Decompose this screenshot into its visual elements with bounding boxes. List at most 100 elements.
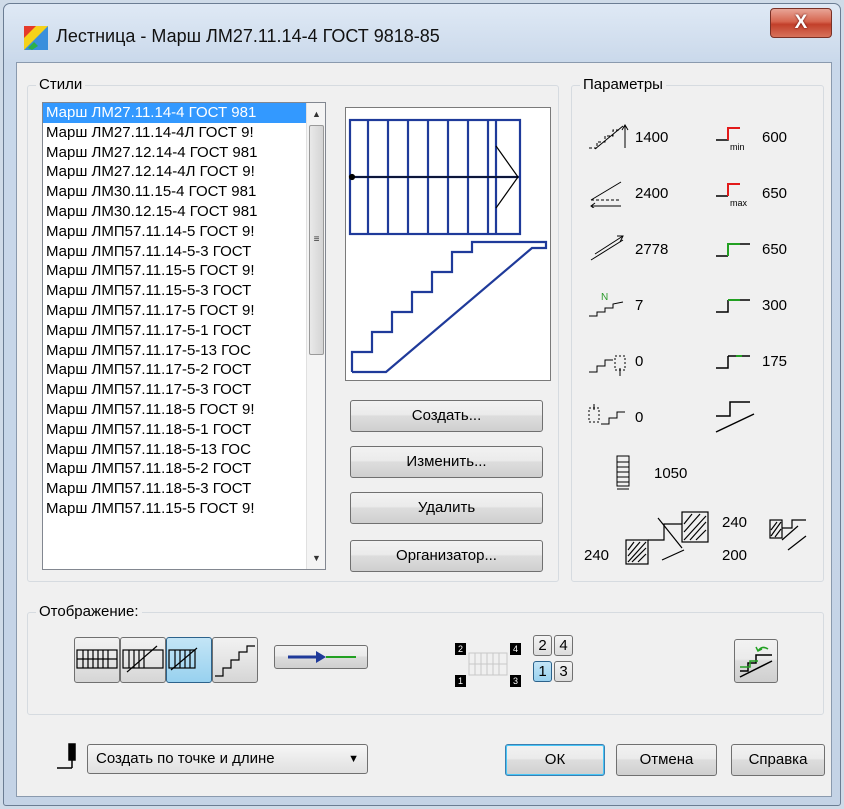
- scroll-down-icon[interactable]: ▼: [307, 549, 325, 567]
- list-item[interactable]: Марш ЛМП57.11.14-5-3 ГОСТ: [43, 242, 306, 262]
- list-item[interactable]: Марш ЛМП57.11.17-5-3 ГОСТ: [43, 380, 306, 400]
- param-march-length[interactable]: 2778: [587, 234, 668, 264]
- param-width-value: 1050: [654, 464, 688, 482]
- delete-button[interactable]: Удалить: [350, 492, 543, 524]
- help-button[interactable]: Справка: [731, 744, 825, 776]
- march-width-icon: [616, 455, 630, 490]
- list-item[interactable]: Марш ЛМ30.12.15-4 ГОСТ 981: [43, 202, 306, 222]
- quadrant-4-button[interactable]: 4: [554, 635, 573, 656]
- top-offset-icon: [588, 404, 625, 425]
- quadrant-2-button[interactable]: 2: [533, 635, 552, 656]
- edit-button[interactable]: Изменить...: [350, 446, 543, 478]
- pick-point-icon: [57, 743, 76, 769]
- quadrant-marker-3: 3: [510, 675, 521, 687]
- param-length-value: 2400: [635, 184, 669, 202]
- param-bottom-offset[interactable]: 0: [587, 346, 643, 376]
- tread-step-icon: [716, 299, 750, 313]
- stair-height-icon: [589, 124, 629, 150]
- dialog-client: Стили Марш ЛМ27.11.14-4 ГОСТ 981 Марш ЛМ2…: [16, 62, 832, 797]
- tread-green-icon: [716, 243, 750, 257]
- param-bottom-offset-value: 0: [635, 352, 644, 370]
- param-steps-count[interactable]: N 7: [587, 290, 643, 320]
- support-type-icon[interactable]: [768, 516, 810, 556]
- param-riser-max[interactable]: max 650: [714, 178, 787, 208]
- riser-min-icon: min: [716, 127, 745, 152]
- list-item[interactable]: Марш ЛМП57.11.17-5 ГОСТ 9!: [43, 301, 306, 321]
- title-bar[interactable]: Лестница - Марш ЛМ27.11.14-4 ГОСТ 9818-8…: [4, 4, 840, 64]
- organizer-button[interactable]: Организатор...: [350, 540, 543, 572]
- flip-stair-button[interactable]: [734, 639, 778, 683]
- stair-length-icon: [590, 181, 622, 208]
- ok-button[interactable]: ОК: [505, 744, 605, 776]
- stair-preview: [345, 107, 551, 381]
- stair-app-icon: [24, 26, 48, 50]
- support-left-value: 240: [584, 547, 610, 564]
- param-tread-1[interactable]: 650: [714, 234, 787, 264]
- elevation-view-icon: [215, 645, 255, 677]
- parameters-group-label: Параметры: [580, 76, 666, 93]
- plan-view-icon: [76, 649, 118, 669]
- chevron-down-icon: ▼: [348, 753, 359, 765]
- list-item[interactable]: Марш ЛМП57.11.18-5-2 ГОСТ: [43, 459, 306, 479]
- styles-group: Стили Марш ЛМ27.11.14-4 ГОСТ 981 Марш ЛМ2…: [27, 76, 559, 582]
- list-item[interactable]: Марш ЛМ27.12.14-4 ГОСТ 981: [43, 143, 306, 163]
- list-item[interactable]: Марш ЛМП57.11.17-5-13 ГОС: [43, 341, 306, 361]
- param-steps-count-value: 7: [635, 296, 644, 314]
- list-item[interactable]: Марш ЛМ27.11.14-4Л ГОСТ 9!: [43, 123, 306, 143]
- list-item[interactable]: Марш ЛМП57.11.18-5-3 ГОСТ: [43, 479, 306, 499]
- param-height[interactable]: 1400: [587, 122, 668, 152]
- list-item[interactable]: Марш ЛМП57.11.15-5 ГОСТ 9!: [43, 499, 306, 519]
- param-tread-3-value: 175: [762, 352, 788, 370]
- param-tread-3[interactable]: 175: [714, 346, 787, 376]
- list-item[interactable]: Марш ЛМП57.11.15-5 ГОСТ 9!: [43, 261, 306, 281]
- display-group-label: Отображение:: [36, 603, 142, 620]
- direction-arrow-button[interactable]: [274, 645, 368, 669]
- svg-text:min: min: [730, 142, 745, 152]
- support-detail-icon[interactable]: [624, 510, 714, 570]
- param-height-value: 1400: [635, 128, 669, 146]
- quadrant-marker-4: 4: [510, 643, 521, 655]
- list-item[interactable]: Марш ЛМП57.11.17-5-1 ГОСТ: [43, 321, 306, 341]
- quadrant-marker-1: 1: [455, 675, 466, 687]
- styles-group-label: Стили: [36, 76, 86, 93]
- param-tread-2[interactable]: 300: [714, 290, 787, 320]
- view-plan-section-button[interactable]: [120, 637, 166, 683]
- scroll-thumb-grip-icon: ≡: [313, 234, 320, 245]
- svg-text:max: max: [730, 198, 748, 208]
- parameters-group: Параметры 1400 2400 2778 N 7 0 0 1050 mi…: [571, 76, 824, 582]
- list-item[interactable]: Марш ЛМП57.11.17-5-2 ГОСТ: [43, 360, 306, 380]
- quadrant-3-button[interactable]: 3: [554, 661, 573, 682]
- view-plan-short-button[interactable]: [166, 637, 212, 683]
- list-item[interactable]: Марш ЛМ27.12.14-4Л ГОСТ 9!: [43, 162, 306, 182]
- view-elevation-button[interactable]: [212, 637, 258, 683]
- param-length[interactable]: 2400: [587, 178, 668, 208]
- list-item[interactable]: Марш ЛМП57.11.18-5-13 ГОС: [43, 440, 306, 460]
- creation-mode-value: Создать по точке и длине: [96, 750, 275, 767]
- list-item[interactable]: Марш ЛМП57.11.18-5 ГОСТ 9!: [43, 400, 306, 420]
- creation-mode-select[interactable]: Создать по точке и длине ▼: [87, 744, 368, 774]
- svg-text:N: N: [601, 292, 608, 303]
- view-plan-button[interactable]: [74, 637, 120, 683]
- param-riser-min[interactable]: min 600: [714, 122, 787, 152]
- param-riser-min-value: 600: [762, 128, 788, 146]
- styles-scrollbar[interactable]: ▲ ≡ ▼: [306, 103, 325, 569]
- param-width[interactable]: 1050: [612, 454, 687, 492]
- list-item[interactable]: Марш ЛМ27.11.14-4 ГОСТ 981: [43, 103, 306, 123]
- list-item[interactable]: Марш ЛМП57.11.15-5-3 ГОСТ: [43, 281, 306, 301]
- param-top-offset[interactable]: 0: [587, 402, 643, 432]
- support-right-top-value: 240: [722, 514, 748, 531]
- list-item[interactable]: Марш ЛМ30.11.15-4 ГОСТ 981: [43, 182, 306, 202]
- cancel-button[interactable]: Отмена: [616, 744, 717, 776]
- list-item[interactable]: Марш ЛМП57.11.14-5 ГОСТ 9!: [43, 222, 306, 242]
- styles-listbox[interactable]: Марш ЛМ27.11.14-4 ГОСТ 981 Марш ЛМ27.11.1…: [42, 102, 326, 570]
- param-march-style[interactable]: [714, 396, 758, 436]
- param-top-offset-value: 0: [635, 408, 644, 426]
- close-button[interactable]: X: [770, 8, 832, 38]
- direction-arrow-icon: [288, 651, 356, 663]
- param-tread-2-value: 300: [762, 296, 788, 314]
- quadrant-1-button[interactable]: 1: [533, 661, 552, 682]
- list-item[interactable]: Марш ЛМП57.11.18-5-1 ГОСТ: [43, 420, 306, 440]
- scroll-up-icon[interactable]: ▲: [307, 105, 325, 123]
- create-button[interactable]: Создать...: [350, 400, 543, 432]
- display-group: Отображение: 2 4 1 3 2 4 1 3: [27, 603, 824, 715]
